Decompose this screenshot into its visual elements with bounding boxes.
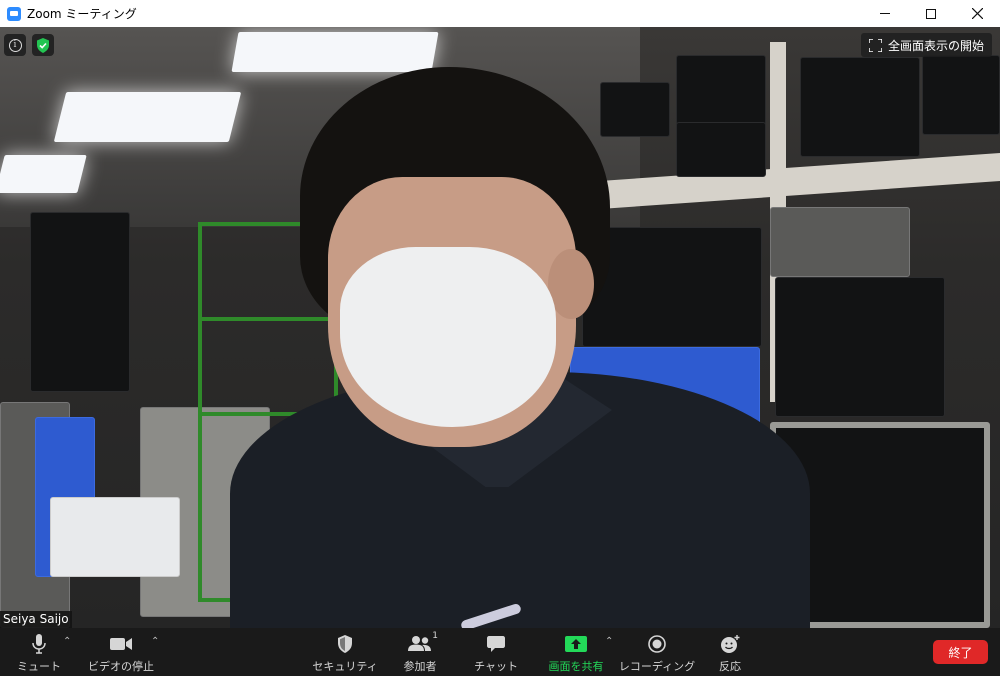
equipment-case	[676, 55, 766, 125]
record-button[interactable]: レコーディング	[619, 628, 695, 676]
audio-options-caret[interactable]: ⌃	[63, 636, 71, 647]
video-feed	[0, 27, 1000, 628]
reactions-button[interactable]: 反応	[712, 628, 748, 676]
record-icon	[648, 635, 666, 653]
equipment-case	[800, 57, 920, 157]
record-label: レコーディング	[618, 660, 696, 673]
security-label: セキュリティ	[312, 660, 378, 673]
equipment-case	[775, 277, 945, 417]
fullscreen-button[interactable]: 全画面表示の開始	[860, 33, 992, 57]
info-icon: i	[8, 38, 22, 52]
close-button[interactable]	[954, 0, 1000, 27]
shield-check-icon	[37, 37, 49, 53]
share-screen-button[interactable]: 画面を共有	[546, 628, 606, 676]
equipment-case	[600, 82, 670, 137]
window-title: Zoom ミーティング	[27, 7, 137, 21]
stop-video-label: ビデオの停止	[88, 660, 154, 673]
share-screen-icon	[565, 636, 587, 652]
meeting-info-button[interactable]: i	[4, 34, 26, 56]
participant-name-tag: Seiya Saijo	[0, 611, 72, 628]
microphone-icon	[32, 634, 46, 654]
reactions-label: 反応	[719, 660, 741, 673]
video-camera-icon	[110, 638, 132, 650]
green-rack-bar	[198, 317, 338, 321]
chat-button[interactable]: チャット	[474, 628, 518, 676]
share-screen-label: 画面を共有	[548, 660, 604, 673]
fullscreen-label: 全画面表示の開始	[887, 38, 984, 53]
participants-label: 参加者	[403, 660, 437, 673]
maximize-button[interactable]	[908, 0, 954, 27]
end-meeting-button[interactable]: 終了	[933, 640, 988, 664]
encryption-button[interactable]	[32, 34, 54, 56]
security-button[interactable]: セキュリティ	[312, 628, 378, 676]
security-shield-icon	[338, 635, 352, 653]
equipment-case	[676, 122, 766, 177]
reaction-emoji-icon	[721, 635, 740, 653]
share-options-caret[interactable]: ⌃	[605, 636, 613, 647]
stop-video-button[interactable]: ビデオの停止	[88, 628, 154, 676]
meeting-toolbar: ミュート ⌃ ビデオの停止 ⌃ セキュリティ 1 参加者 チャット 画面を共有 …	[0, 628, 1000, 676]
shelf	[600, 153, 1000, 209]
fullscreen-icon	[868, 38, 882, 52]
chat-label: チャット	[474, 660, 518, 673]
title-bar: Zoom ミーティング	[0, 0, 1000, 27]
ceiling-light	[0, 155, 87, 193]
equipment-case	[922, 55, 1000, 135]
minimize-button[interactable]	[862, 0, 908, 27]
participants-icon	[408, 636, 431, 651]
zoom-app-icon	[7, 6, 21, 21]
mute-button[interactable]: ミュート	[17, 628, 61, 676]
participants-button[interactable]: 1 参加者	[398, 628, 442, 676]
ceiling-light	[231, 32, 439, 72]
chat-bubble-icon	[487, 635, 505, 652]
mute-label: ミュート	[17, 660, 61, 673]
video-options-caret[interactable]: ⌃	[151, 636, 159, 647]
equipment-case	[30, 212, 130, 392]
ceiling-light	[53, 92, 242, 142]
plastic-bag	[50, 497, 180, 577]
equipment-case	[770, 207, 910, 277]
participants-count: 1	[432, 631, 438, 641]
close-icon	[971, 8, 983, 19]
